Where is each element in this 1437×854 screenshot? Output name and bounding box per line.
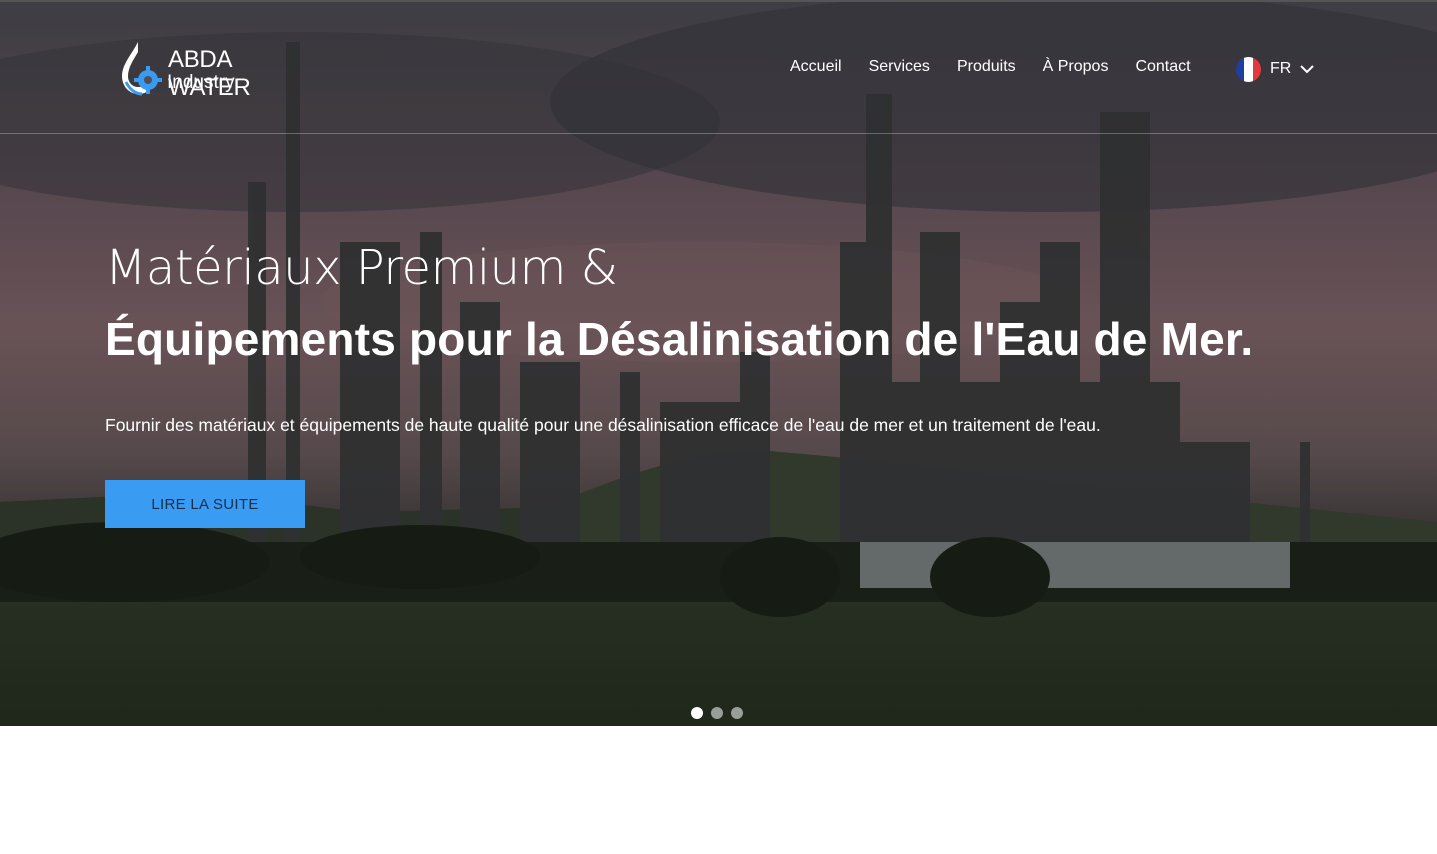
site-header: ABDA WATER Industry Accueil Services Pro… — [0, 2, 1437, 134]
nav-item-produits[interactable]: Produits — [957, 58, 1016, 82]
slider-dot-3[interactable] — [731, 707, 743, 719]
slider-dot-1[interactable] — [691, 707, 703, 719]
nav-item-a-propos[interactable]: À Propos — [1043, 58, 1109, 82]
water-drop-gear-icon — [122, 42, 162, 96]
hero-lead-text: Fournir des matériaux et équipements de … — [105, 415, 1101, 435]
nav-item-accueil[interactable]: Accueil — [790, 58, 842, 82]
hero-slider: ABDA WATER Industry Accueil Services Pro… — [0, 0, 1437, 726]
language-code: FR — [1270, 60, 1292, 77]
nav-item-contact[interactable]: Contact — [1135, 58, 1190, 82]
language-switcher[interactable]: FR — [1236, 55, 1316, 83]
main-nav: Accueil Services Produits À Propos Conta… — [790, 58, 1218, 82]
brand-logo[interactable]: ABDA WATER Industry — [118, 40, 318, 101]
france-flag-icon — [1236, 56, 1261, 82]
slider-dot-2[interactable] — [711, 707, 723, 719]
brand-tagline: Industry — [167, 72, 235, 93]
read-more-button[interactable]: LIRE LA SUITE — [105, 480, 305, 528]
chevron-down-icon — [1300, 65, 1315, 74]
nav-item-services[interactable]: Services — [869, 58, 930, 82]
slider-pagination — [691, 707, 743, 719]
hero-title-line2: Équipements pour la Désalinisation de l'… — [105, 313, 1254, 365]
hero-title-line1: Matériaux Premium & — [105, 240, 618, 296]
